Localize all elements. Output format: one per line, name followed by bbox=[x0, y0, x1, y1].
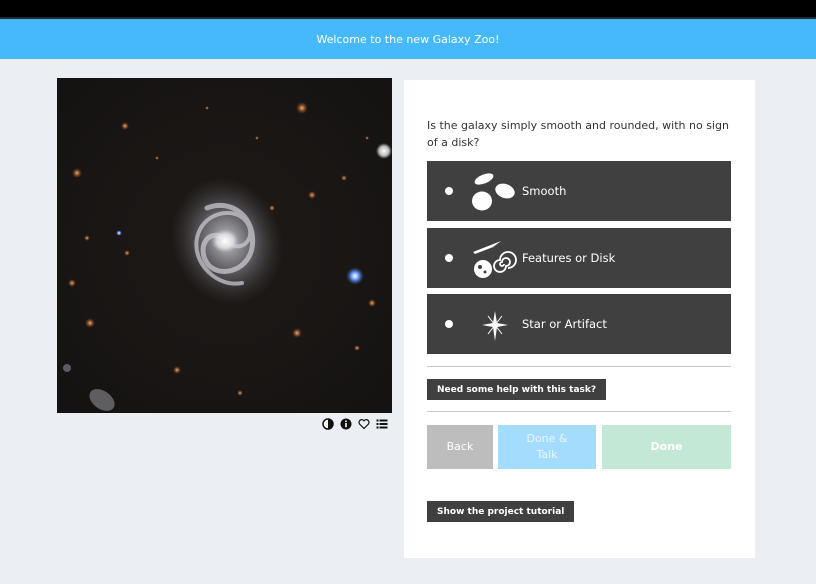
radio-indicator bbox=[445, 254, 453, 262]
project-tutorial-button[interactable]: Show the project tutorial bbox=[427, 501, 575, 522]
answer-features-disk-button[interactable]: Features or Disk bbox=[427, 228, 731, 288]
back-button[interactable]: Back bbox=[427, 425, 493, 469]
task-help-button[interactable]: Need some help with this task? bbox=[427, 379, 607, 400]
answer-smooth-button[interactable]: Smooth bbox=[427, 161, 731, 221]
collections-icon[interactable] bbox=[376, 415, 388, 429]
done-button[interactable]: Done bbox=[602, 425, 731, 469]
features-disk-icon bbox=[471, 235, 521, 281]
galaxy-subject-image[interactable] bbox=[57, 78, 392, 413]
answer-label: Features or Disk bbox=[522, 251, 616, 265]
smooth-galaxy-icon bbox=[471, 168, 521, 214]
answer-label: Smooth bbox=[522, 184, 567, 198]
welcome-banner: Welcome to the new Galaxy Zoo! bbox=[0, 19, 816, 59]
star-artifact-icon bbox=[471, 301, 521, 347]
divider bbox=[427, 411, 731, 412]
done-and-talk-button[interactable]: Done & Talk bbox=[498, 425, 596, 469]
task-question: Is the galaxy simply smooth and rounded,… bbox=[427, 119, 729, 149]
image-toolbar bbox=[322, 414, 388, 430]
done-and-talk-label-line1: Done & bbox=[526, 432, 568, 445]
divider bbox=[427, 366, 731, 367]
favorite-icon[interactable] bbox=[358, 415, 370, 430]
radio-indicator bbox=[445, 320, 453, 328]
radio-indicator bbox=[445, 187, 453, 195]
invert-icon[interactable] bbox=[322, 415, 334, 430]
answer-star-artifact-button[interactable]: Star or Artifact bbox=[427, 294, 731, 354]
subject-viewer[interactable] bbox=[57, 78, 392, 413]
answer-label: Star or Artifact bbox=[522, 317, 607, 331]
done-and-talk-label-line2: Talk bbox=[536, 448, 558, 461]
top-navigation-bar bbox=[0, 0, 816, 17]
task-panel: Is the galaxy simply smooth and rounded,… bbox=[404, 80, 755, 558]
info-icon[interactable] bbox=[340, 415, 352, 430]
welcome-banner-text: Welcome to the new Galaxy Zoo! bbox=[316, 32, 500, 46]
